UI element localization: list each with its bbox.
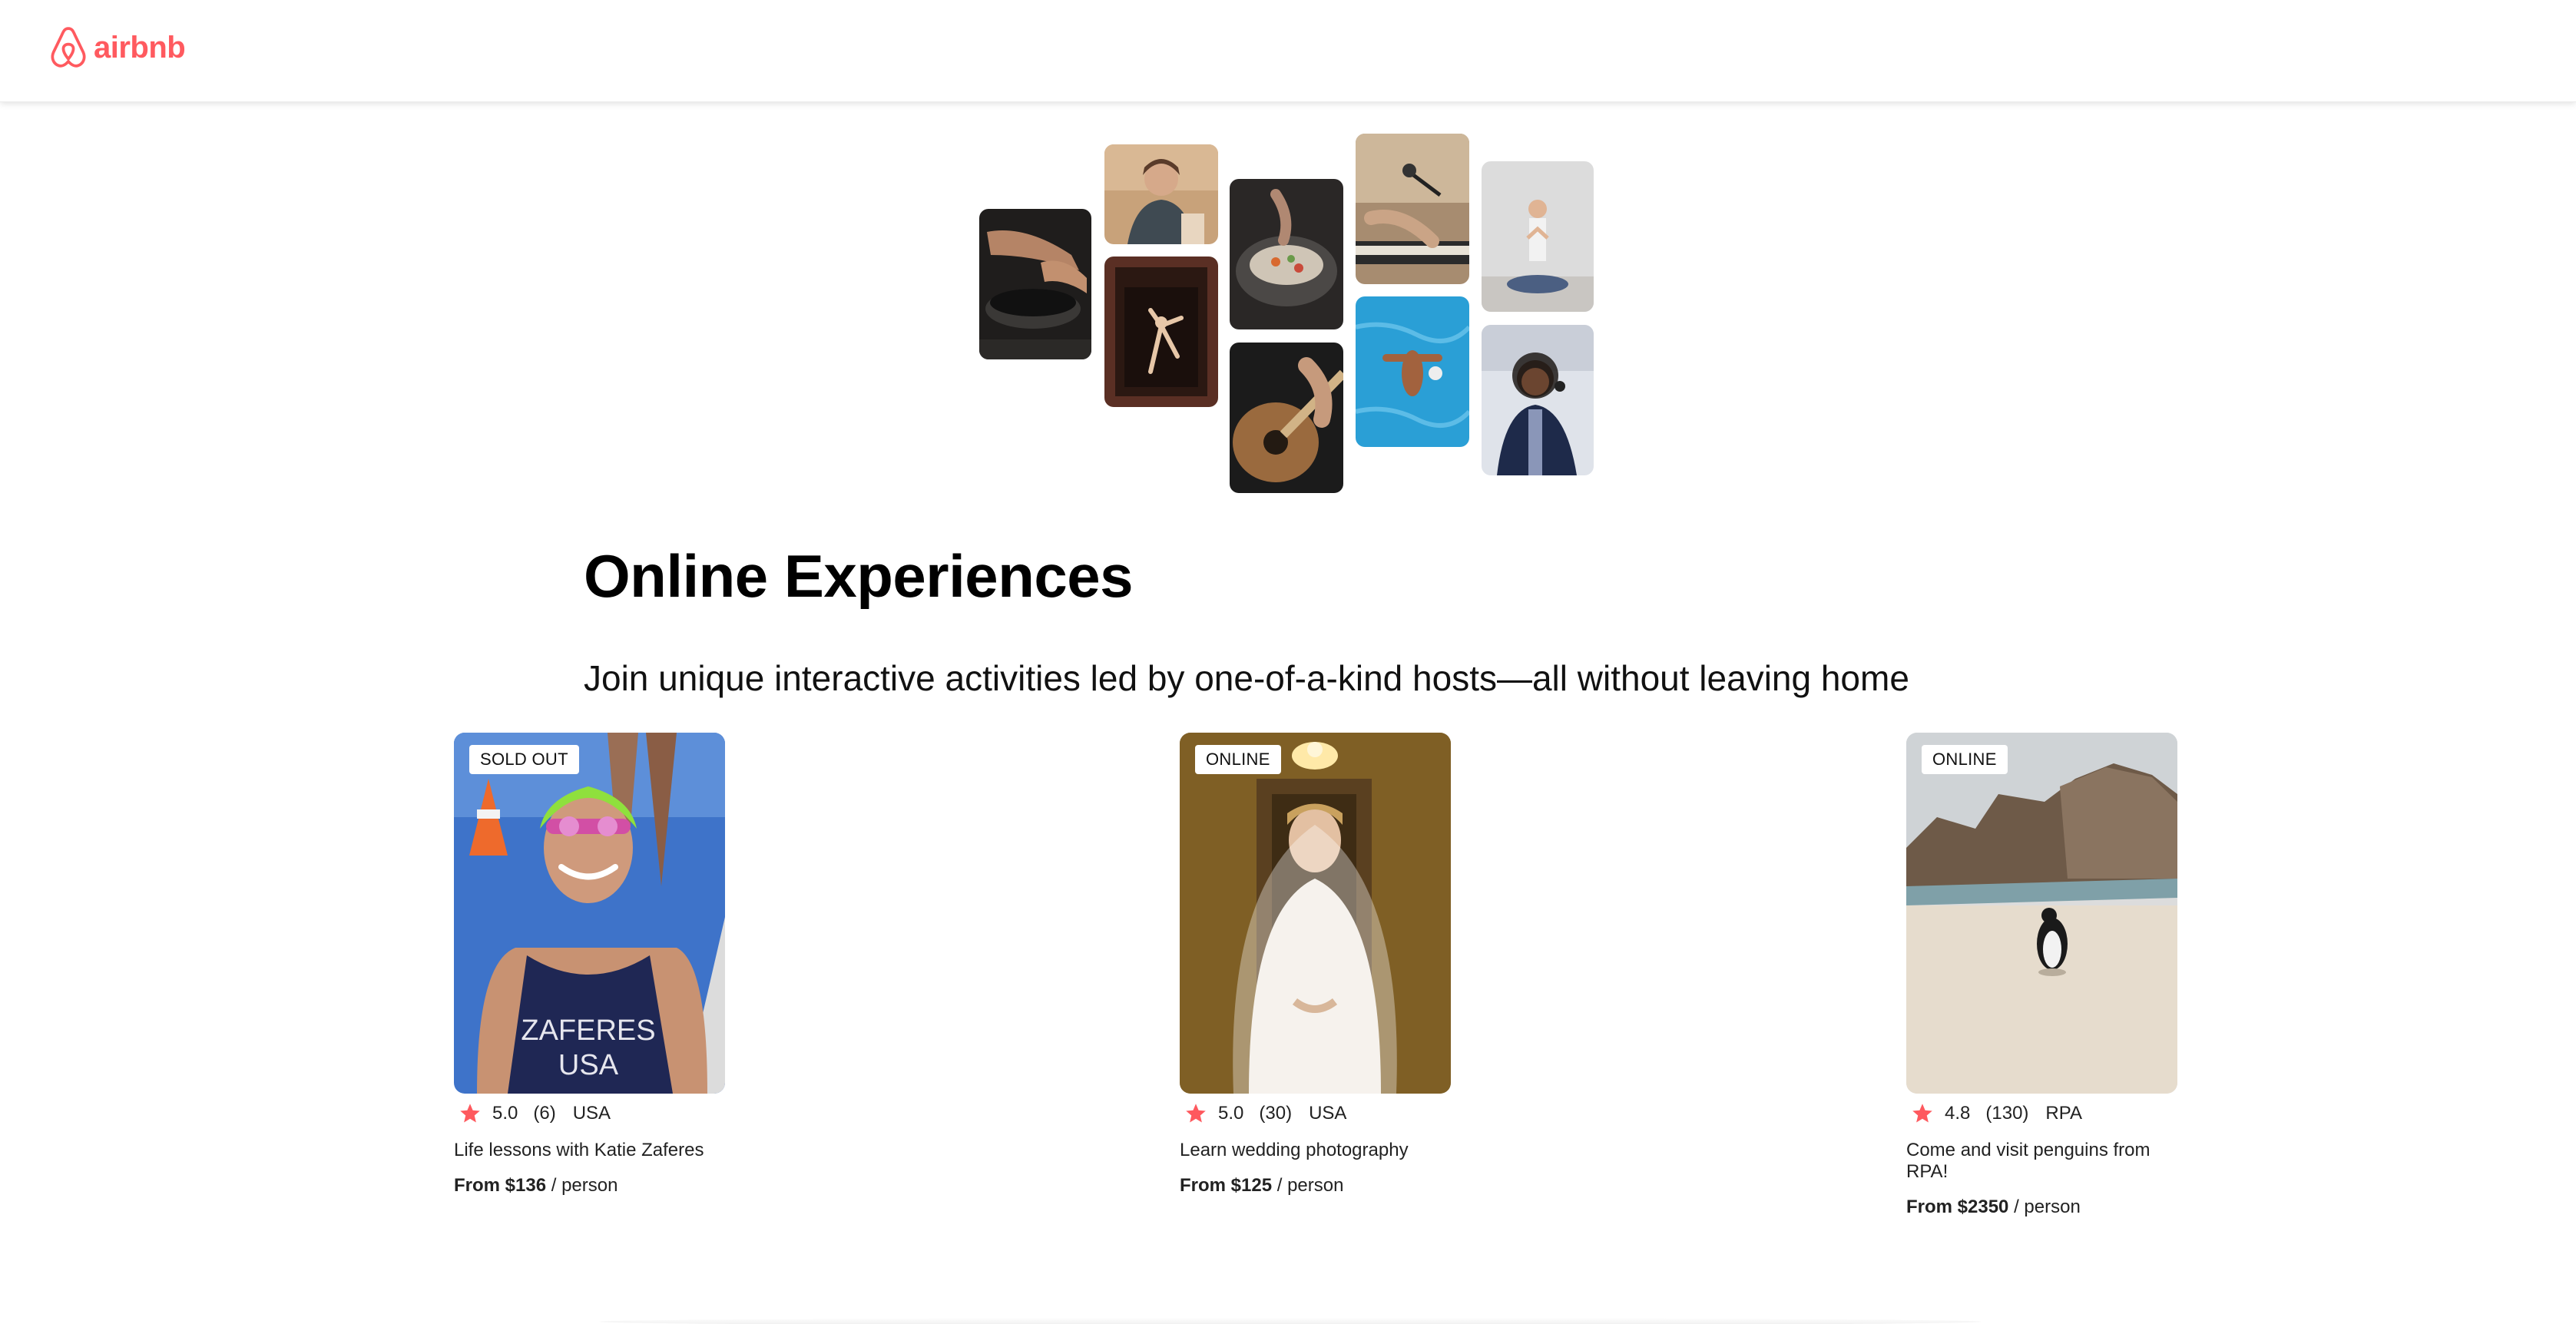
price-amount: From $136 [454, 1175, 547, 1196]
collage-photo-singer [1482, 325, 1594, 475]
status-badge: ONLINE [1195, 745, 1281, 774]
price-amount: From $2350 [1906, 1197, 2009, 1217]
review-count: (130) [1985, 1103, 2029, 1124]
collage-photo-yoga [1482, 161, 1594, 312]
review-count: (6) [533, 1103, 556, 1124]
collage-photo-singer-piano [1356, 134, 1469, 284]
location-label: RPA [2045, 1103, 2082, 1124]
collage-photo-woman-smiling [1104, 144, 1218, 244]
price-amount: From $125 [1180, 1175, 1273, 1196]
location-label: USA [572, 1103, 611, 1124]
price-unit: / person [546, 1175, 618, 1196]
experience-card[interactable]: ONLINE 5.0 (30) USA Learn wedding photog… [1180, 733, 1456, 1197]
experience-photo[interactable]: ZAFERES USA SOLD OUT [454, 733, 725, 1094]
rating-value: 4.8 [1945, 1103, 1971, 1124]
experience-title[interactable]: Life lessons with Katie Zaferes [454, 1140, 730, 1161]
price-unit: / person [2008, 1197, 2081, 1217]
card-meta: 5.0 (30) USA [1180, 1098, 1456, 1129]
experience-price: From $125 / person [1180, 1175, 1456, 1197]
star-icon [1186, 1104, 1206, 1123]
collage-photo-swimmer [1356, 296, 1469, 447]
collage-photo-food-bowl [1230, 179, 1343, 329]
experience-card[interactable]: ONLINE 4.8 (130) RPA Come and visit peng… [1906, 733, 2183, 1218]
collage-photo-cooking [979, 209, 1091, 359]
svg-text:ZAFERES: ZAFERES [521, 1015, 655, 1047]
rating-value: 5.0 [1218, 1103, 1244, 1124]
card-meta: 5.0 (6) USA [454, 1098, 730, 1129]
location-label: USA [1309, 1103, 1347, 1124]
experience-photo[interactable]: ONLINE [1180, 733, 1451, 1094]
experience-photo[interactable]: ONLINE [1906, 733, 2177, 1094]
experience-price: From $136 / person [454, 1175, 730, 1197]
experience-title[interactable]: Come and visit penguins from RPA! [1906, 1140, 2183, 1183]
rating-value: 5.0 [492, 1103, 518, 1124]
svg-text:USA: USA [558, 1049, 619, 1081]
card-meta: 4.8 (130) RPA [1906, 1098, 2183, 1129]
airbnb-belo-icon [51, 27, 86, 68]
star-icon [1912, 1104, 1932, 1123]
footer-shadow [599, 1318, 1982, 1324]
page-subtitle: Join unique interactive activities led b… [584, 658, 1909, 698]
top-navbar: airbnb [0, 0, 2576, 102]
price-unit: / person [1272, 1175, 1344, 1196]
review-count: (30) [1259, 1103, 1293, 1124]
logo-text: airbnb [94, 30, 186, 65]
airbnb-logo[interactable]: airbnb [49, 26, 186, 69]
experience-title[interactable]: Learn wedding photography [1180, 1140, 1456, 1161]
star-icon [460, 1104, 480, 1123]
experience-card[interactable]: ZAFERES USA SOLD OUT 5.0 (6) USA Life le… [454, 733, 730, 1197]
status-badge: SOLD OUT [469, 745, 579, 774]
collage-photo-dancer [1104, 257, 1218, 407]
page-title: Online Experiences [584, 542, 1133, 610]
experience-price: From $2350 / person [1906, 1197, 2183, 1218]
collage-photo-guitar [1230, 343, 1343, 493]
status-badge: ONLINE [1922, 745, 2008, 774]
